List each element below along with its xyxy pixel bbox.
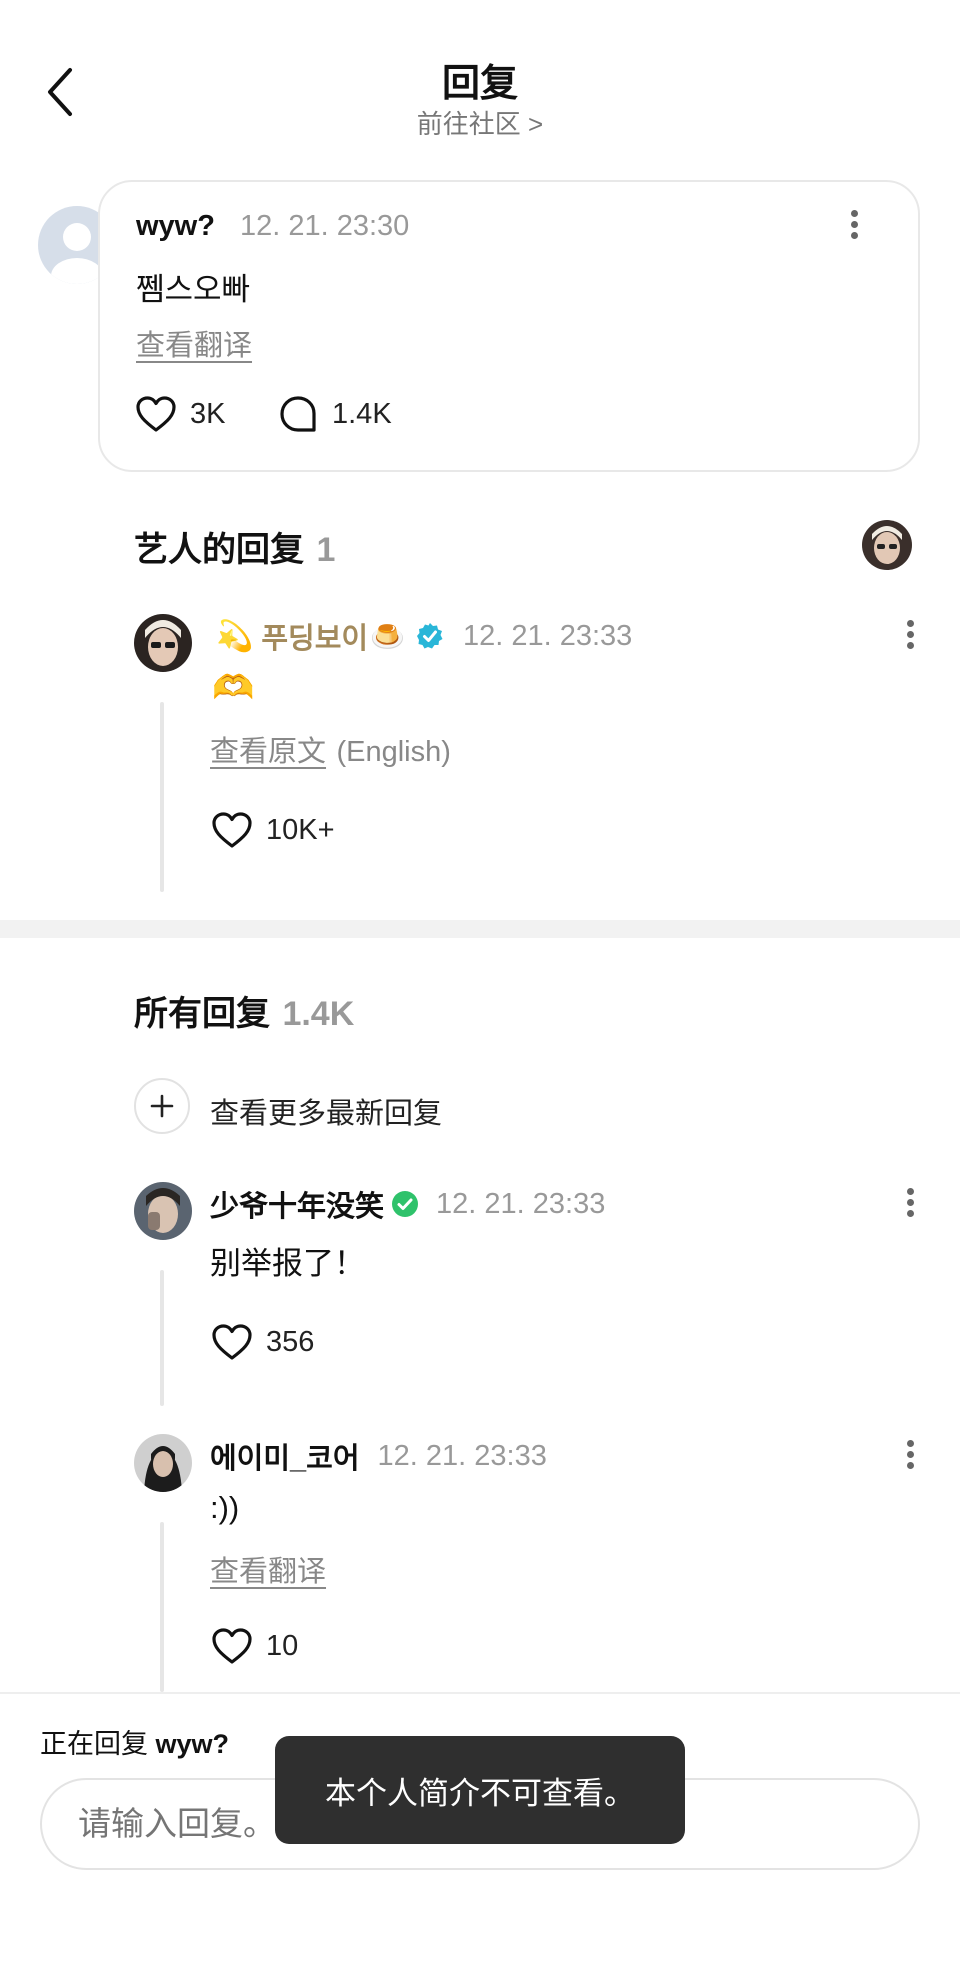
section-divider: [0, 920, 960, 938]
like-count: 3K: [190, 397, 226, 430]
load-more-button[interactable]: [134, 1078, 190, 1134]
avatar[interactable]: [134, 1434, 192, 1492]
verified-badge-icon: [392, 1191, 419, 1217]
heart-icon: [212, 812, 252, 848]
like-count: 356: [266, 1325, 315, 1358]
all-replies-header: 所有回复 1.4K: [134, 986, 354, 1035]
timestamp: 12. 21. 23:33: [462, 619, 633, 652]
thread-line: [160, 702, 164, 892]
replying-to-label: 正在回复 wyw?: [40, 1722, 229, 1761]
section-title: 所有回复: [134, 995, 270, 1033]
like-button[interactable]: 3K: [134, 392, 225, 436]
main-comment-card: wyw? 12. 21. 23:30 쩸스오빠 查看翻译 3K 1.4K: [98, 180, 920, 472]
reply-count: 1.4K: [332, 397, 392, 430]
page-title: 回复: [441, 63, 518, 105]
avatar[interactable]: [134, 614, 192, 672]
like-button[interactable]: 10K+: [210, 808, 335, 852]
avatar[interactable]: [134, 1182, 192, 1240]
heart-icon: [212, 1628, 252, 1664]
comment-text: 쩸스오빠: [136, 272, 251, 307]
load-more-label[interactable]: 查看更多最新回复: [210, 1090, 442, 1132]
view-original-link[interactable]: 查看原文: [210, 736, 326, 768]
heart-icon: [212, 1324, 252, 1360]
artist-avatar[interactable]: [862, 520, 912, 570]
toast-message: 本个人简介不可查看。: [275, 1736, 685, 1844]
timestamp: 12. 21. 23:30: [240, 210, 410, 242]
timestamp: 12. 21. 23:33: [377, 1439, 547, 1472]
view-original-row: 查看原文 (English): [210, 728, 451, 770]
reply-count-button[interactable]: 1.4K: [278, 392, 392, 436]
translate-link[interactable]: 查看翻译: [210, 1548, 326, 1590]
artist-username-row[interactable]: 💫 푸딩보이 🍮 12. 21. 23:33: [216, 614, 632, 658]
original-language: (English): [336, 736, 451, 768]
pudding-emoji: 🍮: [370, 620, 405, 652]
section-count: 1: [316, 531, 336, 569]
comment-bubble-icon: [280, 396, 316, 432]
like-button[interactable]: 356: [210, 1320, 314, 1364]
replying-to-username: wyw?: [155, 1729, 230, 1759]
artist-replies-header: 艺人的回复 1: [134, 522, 335, 571]
thread-line: [160, 1270, 164, 1406]
thread-line: [160, 1522, 164, 1692]
timestamp: 12. 21. 23:33: [436, 1187, 606, 1220]
like-button[interactable]: 10: [210, 1624, 298, 1668]
heart-icon: [136, 396, 176, 432]
translate-link[interactable]: 查看翻译: [136, 322, 252, 364]
reply-header-row: 에이미_코어 12. 21. 23:33: [210, 1434, 547, 1478]
more-options-icon[interactable]: [898, 1436, 922, 1476]
reply-header-row: 少爷十年没笑 12. 21. 23:33: [210, 1182, 605, 1226]
verified-badge-icon: [416, 623, 443, 649]
section-title: 艺人的回复: [134, 531, 304, 569]
more-options-icon[interactable]: [898, 1184, 922, 1224]
go-to-community-link[interactable]: 前往社区 >: [0, 104, 960, 141]
username[interactable]: 少爷十年没笑: [210, 1183, 384, 1225]
like-count: 10: [266, 1629, 299, 1662]
like-count: 10K+: [266, 813, 335, 846]
plus-icon: [150, 1094, 174, 1118]
reply-text: 别举报了！: [210, 1246, 365, 1281]
toast-text: 本个人简介不可查看。: [325, 1775, 635, 1811]
more-options-icon[interactable]: [842, 206, 866, 246]
reply-page: 回复 前往社区 > wyw? 12. 21. 23:30 쩸스오빠 查看翻译 3…: [0, 0, 960, 1966]
username: 푸딩보이: [261, 623, 369, 655]
reply-text: 🫶: [212, 669, 255, 707]
replying-prefix: 正在回复: [40, 1729, 148, 1759]
more-options-icon[interactable]: [898, 616, 922, 656]
username[interactable]: 에이미_코어: [210, 1435, 360, 1477]
section-count: 1.4K: [282, 995, 355, 1033]
username[interactable]: wyw?: [136, 210, 215, 243]
reply-text: :)): [210, 1490, 240, 1525]
sparkle-emoji: 💫: [216, 619, 254, 653]
